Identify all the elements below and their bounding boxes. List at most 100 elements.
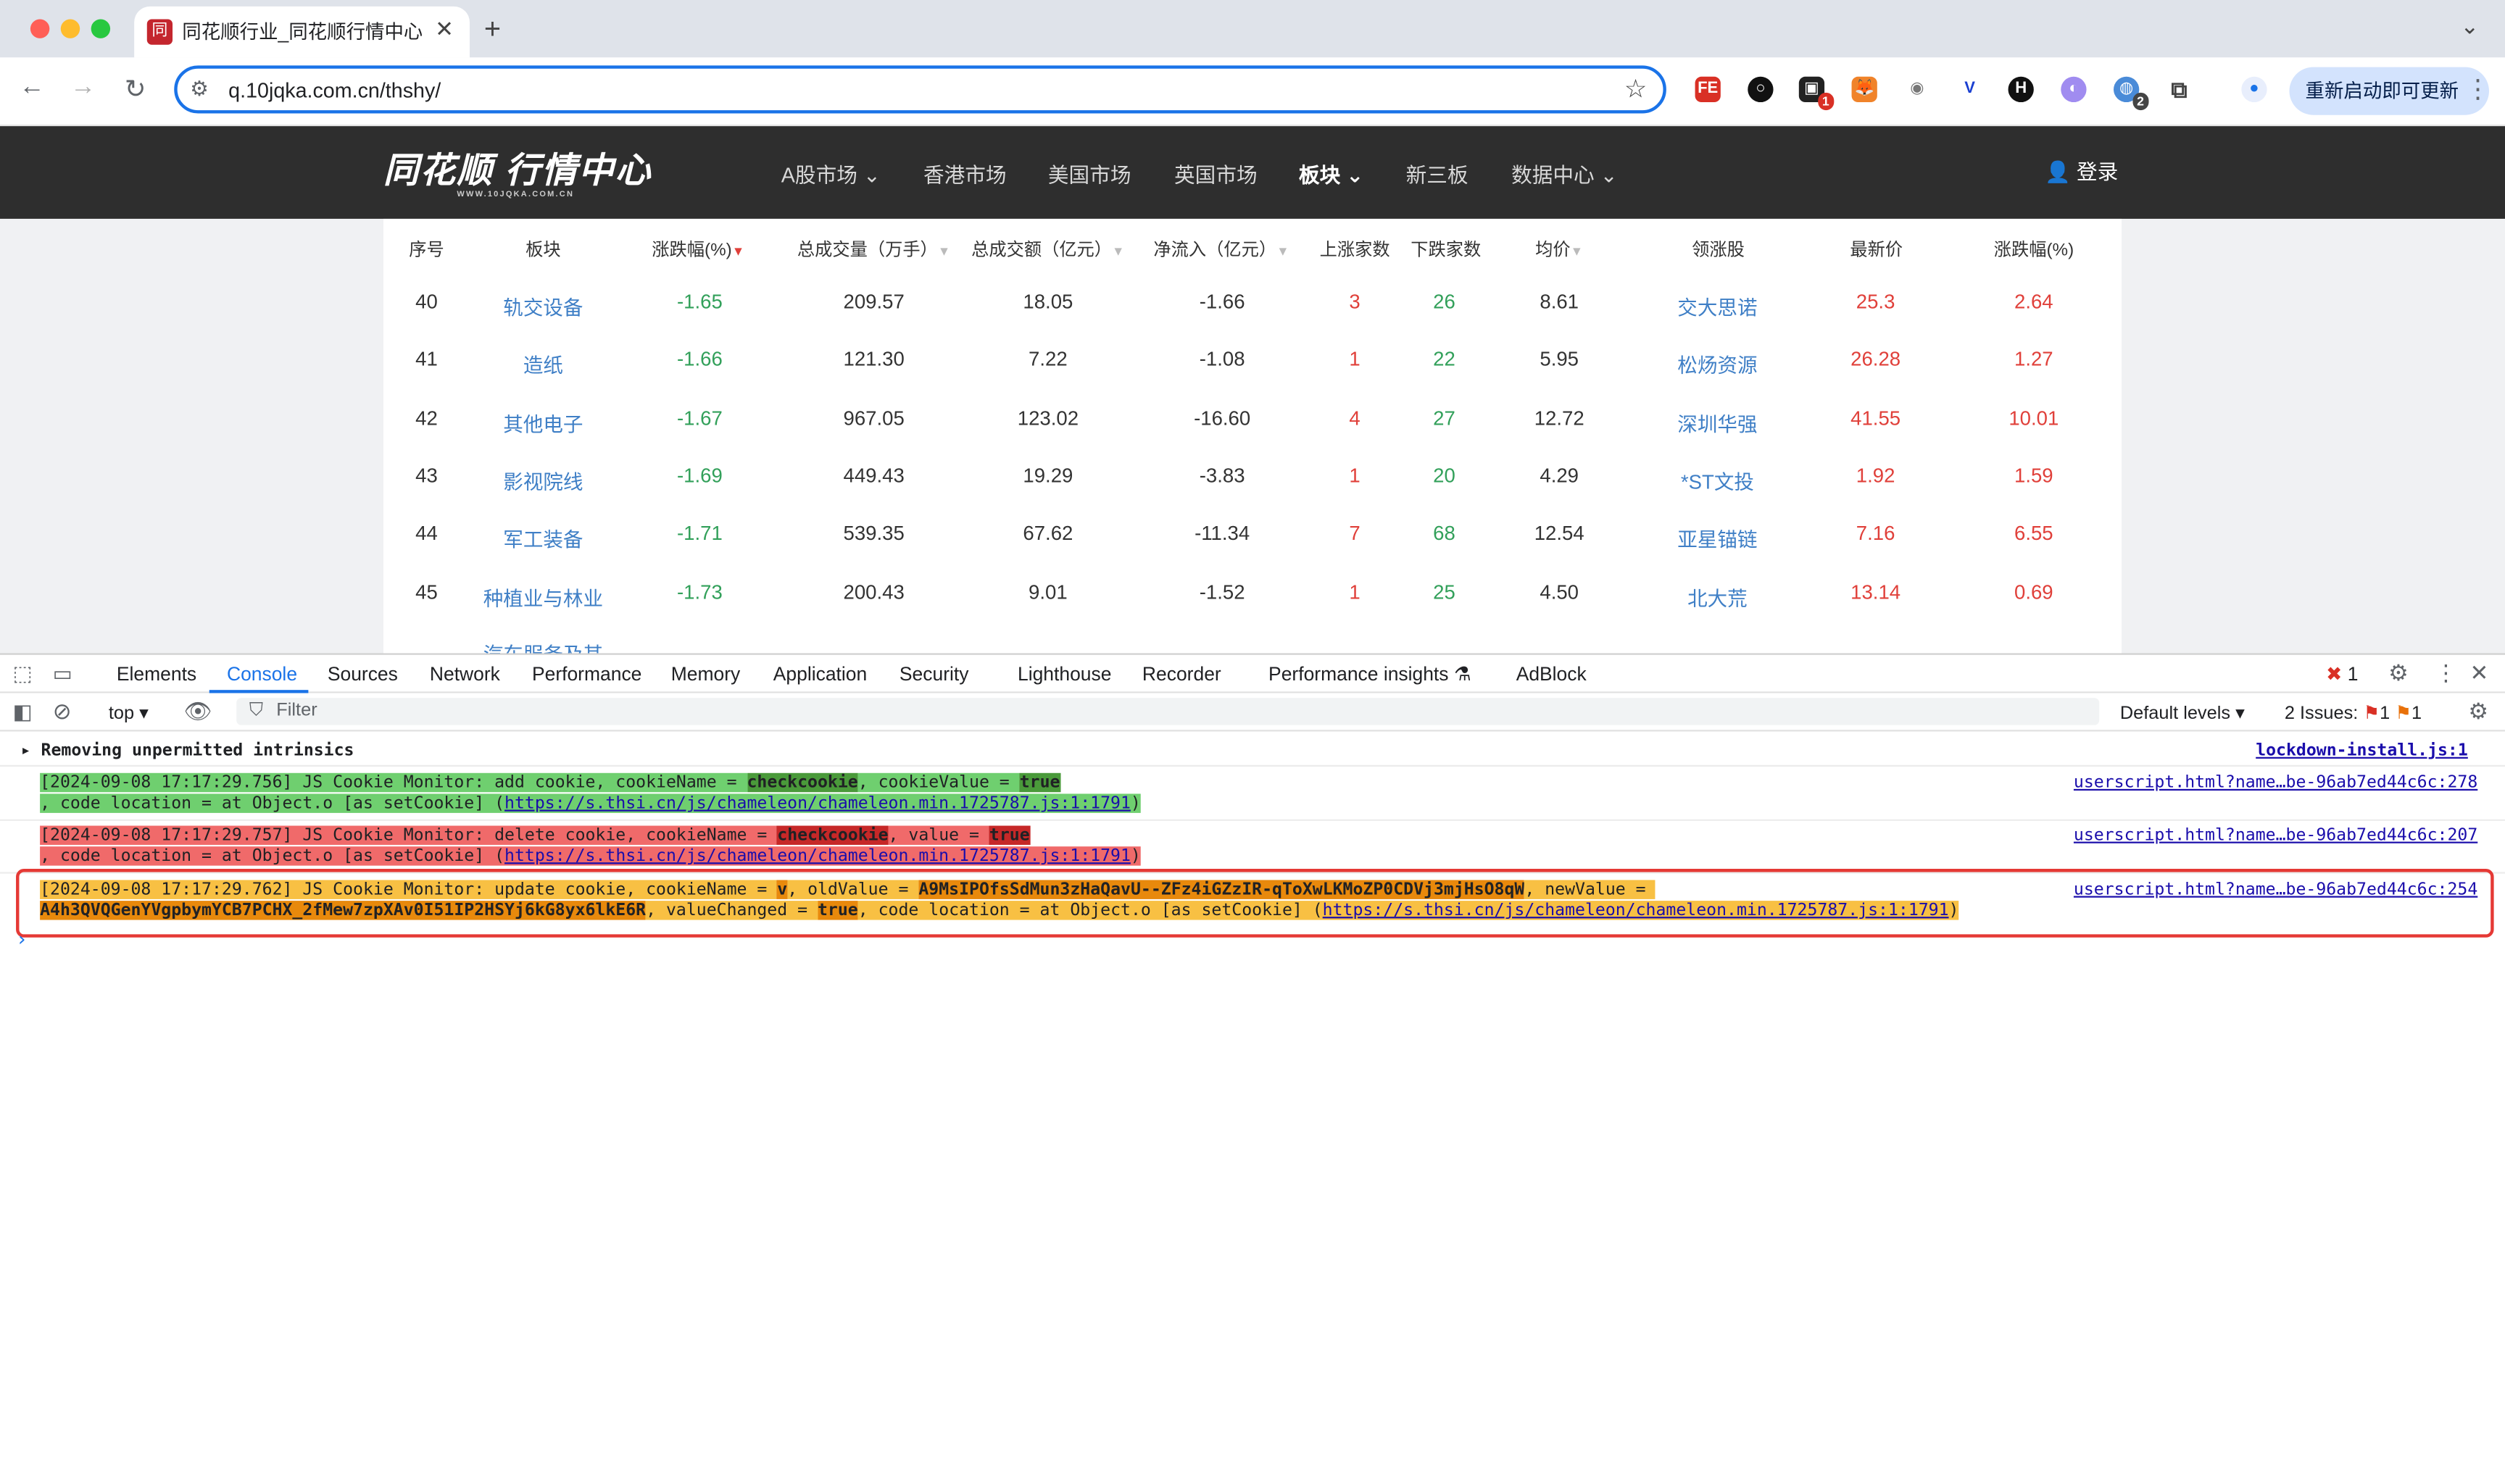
tab-memory[interactable]: Memory [671, 663, 741, 685]
tab-console[interactable]: Console [227, 663, 297, 685]
close-tab-icon[interactable]: ✕ [435, 16, 454, 43]
nav-a-share-market[interactable]: A股市场 ⌄ [781, 158, 881, 188]
cell-falling: 68 [1433, 522, 1455, 546]
console-source-link[interactable]: lockdown-install.js:1 [2256, 741, 2468, 760]
extensions-puzzle-icon[interactable]: ⧉ [2166, 76, 2193, 103]
profile-avatar-icon[interactable]: ● [2241, 76, 2267, 103]
reload-icon[interactable]: ↻ [125, 73, 146, 105]
cell-sector[interactable]: 轨交设备 [503, 291, 583, 321]
extension-globe-icon[interactable]: ◍ 2 [2114, 76, 2149, 111]
clear-console-icon[interactable]: ⊘ [53, 698, 72, 725]
console-group-message[interactable]: ▸ Removing unpermitted intrinsics [21, 741, 354, 762]
nav-data-center[interactable]: 数据中心 ⌄ [1511, 158, 1618, 188]
tab-sources[interactable]: Sources [328, 663, 398, 685]
live-expression-eye-icon[interactable]: 👁 [183, 698, 212, 725]
column-header-net-inflow[interactable]: 净流入（亿元）▼ [1153, 236, 1289, 262]
extension-metamask-icon[interactable]: 🦊 [1851, 76, 1877, 103]
update-button[interactable]: 重新启动即可更新 [2289, 67, 2489, 115]
cell-leader-stock[interactable]: 交大思诺 [1677, 291, 1757, 321]
nav-hk-market[interactable]: 香港市场 [923, 158, 1007, 188]
tab-search-chevron-icon[interactable]: ⌄ [2460, 13, 2479, 40]
cell-leader-stock[interactable]: *ST文投 [1681, 464, 1754, 495]
extension-h-icon[interactable]: H [2008, 76, 2034, 103]
extension-badge: 2 [2132, 92, 2149, 111]
console-source-link[interactable]: userscript.html?name…be-96ab7ed44c6c:207 [2074, 826, 2477, 845]
back-arrow-icon[interactable]: ← [19, 73, 44, 102]
devtools-menu-icon[interactable]: ⋮ [2435, 659, 2457, 686]
column-header-turnover[interactable]: 总成交额（亿元）▼ [971, 236, 1124, 262]
sort-icon: ▼ [1570, 244, 1584, 259]
extension-v-icon[interactable]: V [1957, 76, 1983, 103]
filter-input[interactable]: ⛉ Filter [236, 698, 2100, 725]
cell-sector[interactable]: 其他电子 [503, 407, 583, 437]
cell-last-price: 1.92 [1856, 464, 1895, 488]
device-toolbar-icon[interactable]: ▭ [53, 661, 72, 686]
inspect-element-icon[interactable]: ⬚ [13, 661, 33, 686]
column-header-leader: 领涨股 [1692, 241, 1745, 261]
context-selector[interactable]: top ▾ [109, 701, 149, 723]
cell-leader-stock[interactable]: 北大荒 [1687, 580, 1748, 611]
site-logo[interactable]: 同花顺 行情中心 WWW.10JQKA.COM.CN [383, 142, 652, 199]
code-location-link[interactable]: https://s.thsi.cn/js/chameleon/chameleon… [504, 846, 1131, 866]
log-levels-dropdown[interactable]: Default levels ▾ [2120, 701, 2245, 723]
new-tab-icon[interactable]: + [484, 13, 501, 46]
login-link[interactable]: 👤 登录 [2045, 155, 2118, 186]
address-bar[interactable]: ⚙ q.10jqka.com.cn/thshy/ ☆ [174, 65, 1666, 114]
console-source-link[interactable]: userscript.html?name…be-96ab7ed44c6c:278 [2074, 773, 2477, 792]
tab-lighthouse[interactable]: Lighthouse [1018, 663, 1111, 685]
extension-camera-icon[interactable]: ◉ [1904, 76, 1930, 103]
cell-leader-stock[interactable]: 松炀资源 [1677, 349, 1757, 379]
expand-triangle-icon[interactable]: ▸ [21, 741, 31, 760]
error-icon: ✖ [2326, 662, 2343, 685]
cell-sector[interactable]: 种植业与林业 [483, 580, 603, 611]
nav-uk-market[interactable]: 英国市场 [1174, 158, 1258, 188]
extension-tampermonkey-icon[interactable]: ▣ 1 [1798, 76, 1835, 111]
cell-sector[interactable]: 影视院线 [503, 464, 583, 495]
tab-network[interactable]: Network [430, 663, 500, 685]
column-header-avg-price[interactable]: 均价▼ [1535, 236, 1583, 262]
settings-gear-icon[interactable]: ⚙ [2388, 659, 2409, 686]
console-prompt[interactable]: › [16, 929, 28, 951]
row-divider [0, 819, 2505, 821]
nav-us-market[interactable]: 美国市场 [1048, 158, 1131, 188]
tab-elements[interactable]: Elements [117, 663, 196, 685]
extension-cloud-icon[interactable]: ◐ [2061, 76, 2087, 103]
issues-button[interactable]: 2 Issues: ⚑1 ⚑1 [2285, 701, 2422, 723]
cell-sector[interactable]: 造纸 [523, 349, 563, 379]
bookmark-star-icon[interactable]: ☆ [1624, 73, 1648, 105]
tab-recorder[interactable]: Recorder [1142, 663, 1221, 685]
close-window-button[interactable] [30, 19, 50, 38]
tab-security[interactable]: Security [900, 663, 969, 685]
error-counter[interactable]: ✖ 1 [2326, 663, 2358, 685]
cell-net-inflow: -1.66 [1199, 291, 1245, 314]
cell-sector[interactable]: 军工装备 [503, 522, 583, 553]
cell-leader-stock[interactable]: 深圳华强 [1677, 407, 1757, 437]
extension-circle-icon[interactable]: ○ [1748, 76, 1774, 103]
tab-performance-insights[interactable]: Performance insights ⚗ [1268, 663, 1471, 685]
browser-menu-icon[interactable]: ⋮ [2465, 73, 2491, 105]
cell-leader-change: 0.69 [2014, 580, 2053, 604]
tab-performance[interactable]: Performance [532, 663, 641, 685]
console-settings-gear-icon[interactable]: ⚙ [2468, 698, 2488, 725]
column-header-volume[interactable]: 总成交量（万手）▼ [797, 236, 950, 262]
tab-adblock[interactable]: AdBlock [1516, 663, 1587, 685]
tab-application[interactable]: Application [773, 663, 867, 685]
forward-arrow-icon[interactable]: → [70, 73, 96, 102]
cell-falling: 27 [1433, 407, 1455, 430]
close-devtools-icon[interactable]: ✕ [2470, 659, 2489, 686]
partial-row-sector[interactable]: 汽车服务及其 [483, 637, 603, 653]
browser-tab[interactable]: 同 同花顺行业_同花顺行情中心_同 ✕ [134, 6, 470, 58]
minimize-window-button[interactable] [60, 19, 80, 38]
site-info-icon[interactable]: ⚙ [190, 77, 209, 102]
cell-rising: 4 [1349, 407, 1360, 430]
sidebar-toggle-icon[interactable]: ◧ [13, 699, 33, 725]
cell-leader-stock[interactable]: 亚星锚链 [1677, 522, 1757, 553]
nav-sectors[interactable]: 板块 ⌄ [1299, 158, 1363, 188]
column-header-change[interactable]: 涨跌幅(%)▼ [652, 236, 744, 262]
nav-neeq[interactable]: 新三板 [1406, 158, 1468, 188]
url-text[interactable]: q.10jqka.com.cn/thshy/ [228, 78, 441, 102]
cell-rising: 7 [1349, 522, 1360, 546]
maximize-window-button[interactable] [91, 19, 111, 38]
code-location-link[interactable]: https://s.thsi.cn/js/chameleon/chameleon… [504, 793, 1131, 813]
extension-fe-icon[interactable]: FE [1695, 76, 1721, 103]
